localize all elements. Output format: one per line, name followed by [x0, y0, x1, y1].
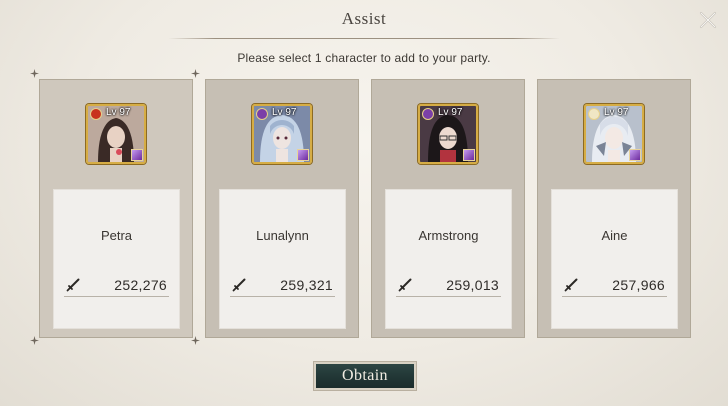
sword-icon	[232, 278, 246, 292]
sword-icon	[564, 278, 578, 292]
selection-sparkle-icon	[191, 69, 200, 78]
character-info: Armstrong 259,013	[385, 189, 512, 329]
selection-sparkle-icon	[30, 336, 39, 345]
obtain-button[interactable]: Obtain	[313, 361, 417, 391]
character-portrait: Lv 97	[418, 104, 478, 164]
element-icon	[422, 108, 434, 120]
character-card-lunalynn[interactable]: Lv 97 Lunalynn 259,321	[205, 79, 359, 338]
level-label: Lv 97	[438, 107, 463, 118]
level-label: Lv 97	[106, 107, 131, 118]
selection-sparkle-icon	[191, 336, 200, 345]
character-name: Lunalynn	[256, 228, 309, 243]
character-card-armstrong[interactable]: Lv 97 Armstrong 259,013	[371, 79, 525, 338]
dialog-title: Assist	[341, 9, 387, 28]
character-info: Petra 252,276	[53, 189, 180, 329]
gem-icon	[131, 149, 143, 161]
character-name: Aine	[601, 228, 628, 243]
character-portrait: Lv 97	[86, 104, 146, 164]
power-row: 259,013	[396, 276, 501, 297]
power-value: 257,966	[612, 277, 665, 293]
level-label: Lv 97	[604, 107, 629, 118]
power-value: 259,013	[446, 277, 499, 293]
sword-icon	[66, 278, 80, 292]
character-info: Lunalynn 259,321	[219, 189, 346, 329]
power-value: 252,276	[114, 277, 167, 293]
title-divider	[168, 38, 560, 39]
obtain-button-label: Obtain	[342, 367, 388, 384]
gem-icon	[297, 149, 309, 161]
character-name: Petra	[100, 228, 133, 243]
close-icon	[699, 11, 717, 29]
character-portrait: Lv 97	[252, 104, 312, 164]
dialog-subtitle: Please select 1 character to add to your…	[237, 51, 491, 65]
character-name: Armstrong	[418, 228, 479, 243]
character-card-aine[interactable]: Lv 97 Aine 257,966	[537, 79, 691, 338]
gem-icon	[463, 149, 475, 161]
character-portrait: Lv 97	[584, 104, 644, 164]
level-label: Lv 97	[272, 107, 297, 118]
power-row: 259,321	[230, 276, 335, 297]
selection-sparkle-icon	[30, 69, 39, 78]
character-info: Aine 257,966	[551, 189, 678, 329]
character-card-petra[interactable]: Lv 97 Petra 252,276	[39, 79, 193, 338]
close-button[interactable]	[696, 8, 720, 32]
power-value: 259,321	[280, 277, 333, 293]
sword-icon	[398, 278, 412, 292]
element-icon	[256, 108, 268, 120]
element-icon	[588, 108, 600, 120]
power-row: 257,966	[562, 276, 667, 297]
gem-icon	[629, 149, 641, 161]
element-icon	[90, 108, 102, 120]
power-row: 252,276	[64, 276, 169, 297]
